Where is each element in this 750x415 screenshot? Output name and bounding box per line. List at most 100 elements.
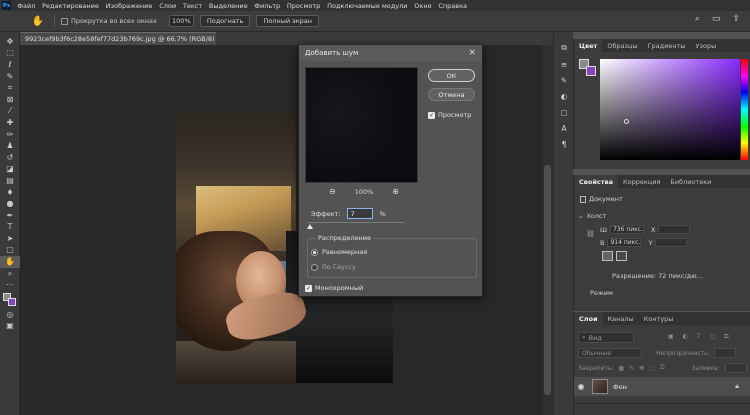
- color-picker-marker[interactable]: [624, 119, 629, 124]
- opacity-field[interactable]: [713, 348, 736, 358]
- comments-panel-icon[interactable]: ▢: [554, 104, 574, 120]
- menu-edit[interactable]: Редактирование: [39, 2, 103, 10]
- tab-channels[interactable]: Каналы: [603, 312, 639, 325]
- link-icon[interactable]: ⛓: [586, 230, 595, 238]
- uniform-radio-button[interactable]: [311, 248, 318, 256]
- quick-mask-icon[interactable]: ◎: [0, 309, 20, 321]
- width-field[interactable]: 736 пикс.: [609, 225, 644, 234]
- lock-position-icon[interactable]: ✥: [639, 365, 644, 372]
- tab-paths[interactable]: Контуры: [639, 312, 679, 325]
- x-field[interactable]: [658, 225, 691, 234]
- lock-pixels-icon[interactable]: ▦: [619, 365, 625, 372]
- history-brush-tool-icon[interactable]: ↺: [0, 152, 20, 164]
- panel-background-swatch[interactable]: [586, 66, 596, 76]
- search-icon[interactable]: ⌕: [695, 14, 700, 24]
- hand-tool-icon[interactable]: ✋: [0, 256, 20, 268]
- menu-image[interactable]: Изображение: [102, 2, 156, 10]
- dialog-title-bar[interactable]: Добавить шум ×: [299, 45, 482, 61]
- smart-filter-icon[interactable]: ⧉: [724, 333, 728, 341]
- crop-tool-icon[interactable]: ⌗: [0, 82, 20, 94]
- fill-field[interactable]: [724, 363, 747, 373]
- adjustments-panel-icon[interactable]: ◐: [554, 88, 574, 104]
- move-tool-icon[interactable]: ✥: [0, 36, 20, 48]
- tab-adjustments[interactable]: Коррекция: [618, 175, 665, 188]
- checkbox-box[interactable]: [61, 17, 68, 25]
- gaussian-radio[interactable]: По Гауссу: [311, 263, 356, 271]
- path-select-tool-icon[interactable]: ➤: [0, 233, 20, 245]
- tab-color[interactable]: Цвет: [574, 39, 603, 52]
- tab-gradients[interactable]: Градиенты: [643, 39, 691, 52]
- shape-tool-icon[interactable]: ▢: [0, 245, 20, 257]
- menu-select[interactable]: Выделение: [206, 2, 252, 10]
- healing-brush-tool-icon[interactable]: ✚: [0, 117, 20, 129]
- screen-mode-icon[interactable]: ▣: [0, 321, 20, 333]
- color-swatches[interactable]: [0, 291, 20, 309]
- adjustment-filter-icon[interactable]: ◐: [683, 333, 688, 341]
- close-icon[interactable]: ×: [468, 48, 476, 58]
- layer-filter-input[interactable]: ⌕ Вид: [578, 332, 634, 343]
- shape-filter-icon[interactable]: ▢: [710, 333, 716, 341]
- uniform-radio[interactable]: Равномерная: [311, 248, 367, 256]
- effect-slider-track[interactable]: [308, 222, 404, 223]
- pixel-filter-icon[interactable]: ▣: [668, 333, 674, 341]
- stamp-tool-icon[interactable]: ♟: [0, 140, 20, 152]
- menu-file[interactable]: Файл: [14, 2, 39, 10]
- history-panel-icon[interactable]: ⧉: [554, 40, 574, 56]
- scroll-all-windows-checkbox[interactable]: Прокрутка во всех окнах: [61, 17, 157, 25]
- gaussian-radio-button[interactable]: [311, 263, 318, 271]
- layer-row[interactable]: ◉ Фон 🔒︎: [574, 377, 750, 396]
- y-field[interactable]: [655, 238, 688, 247]
- share-icon[interactable]: ⇪: [732, 14, 740, 24]
- menu-plugins[interactable]: Подключаемые модули: [324, 2, 411, 10]
- zoom-out-icon[interactable]: ⊖: [329, 187, 336, 196]
- fit-screen-button[interactable]: Подогнать: [199, 15, 251, 27]
- portrait-orientation-icon[interactable]: [602, 251, 613, 261]
- zoom-in-icon[interactable]: ⊕: [392, 187, 399, 196]
- more-tools-icon[interactable]: ⋯: [0, 279, 20, 291]
- zoom-tool-icon[interactable]: ⌕: [0, 268, 20, 280]
- character-panel-icon[interactable]: A: [554, 120, 574, 136]
- scrollbar-thumb[interactable]: [544, 165, 551, 395]
- marquee-tool-icon[interactable]: ⬚: [0, 48, 20, 60]
- preview-checkbox-box[interactable]: ✓: [428, 111, 435, 119]
- saturation-field[interactable]: [600, 59, 740, 160]
- blur-tool-icon[interactable]: ♦: [0, 187, 20, 199]
- monochromatic-checkbox-box[interactable]: ✓: [305, 284, 312, 292]
- tab-patterns[interactable]: Узоры: [691, 39, 722, 52]
- canvas-section[interactable]: ⌄ Холст: [578, 212, 606, 220]
- preview-checkbox[interactable]: ✓ Просмотр: [428, 111, 471, 119]
- effect-slider-thumb[interactable]: [307, 224, 313, 229]
- eraser-tool-icon[interactable]: ◪: [0, 164, 20, 176]
- tab-libraries[interactable]: Библиотеки: [665, 175, 716, 188]
- gradient-tool-icon[interactable]: ▤: [0, 175, 20, 187]
- layer-name[interactable]: Фон: [613, 383, 627, 391]
- type-tool-icon[interactable]: T: [0, 222, 20, 234]
- blend-mode-select[interactable]: Обычные: [578, 348, 642, 358]
- lock-paint-icon[interactable]: ✎: [629, 365, 634, 372]
- tab-swatches[interactable]: Образцы: [602, 39, 642, 52]
- cancel-button[interactable]: Отмена: [428, 88, 475, 101]
- eye-icon[interactable]: ◉: [574, 382, 588, 391]
- zoom-100-button[interactable]: 100%: [168, 15, 194, 27]
- pen-tool-icon[interactable]: ✒: [0, 210, 20, 222]
- lasso-tool-icon[interactable]: ℓ: [0, 59, 20, 71]
- quick-select-tool-icon[interactable]: ✎: [0, 71, 20, 83]
- dodge-tool-icon[interactable]: ●: [0, 198, 20, 210]
- vertical-scrollbar[interactable]: [542, 45, 553, 415]
- tab-layers[interactable]: Слои: [574, 312, 603, 325]
- chevron-down-icon[interactable]: ⌄: [578, 212, 583, 220]
- brush-tool-icon[interactable]: ✏: [0, 129, 20, 141]
- menu-window[interactable]: Окно: [411, 2, 435, 10]
- menu-layers[interactable]: Слои: [156, 2, 180, 10]
- brushes-panel-icon[interactable]: ✎: [554, 72, 574, 88]
- menu-type[interactable]: Текст: [179, 2, 205, 10]
- menu-help[interactable]: Справка: [435, 2, 470, 10]
- frame-tool-icon[interactable]: ⊠: [0, 94, 20, 106]
- menu-filter[interactable]: Фильтр: [251, 2, 284, 10]
- monochromatic-checkbox[interactable]: ✓ Монохромный: [305, 284, 363, 292]
- menu-view[interactable]: Просмотр: [284, 2, 324, 10]
- type-filter-icon[interactable]: T: [697, 333, 701, 341]
- properties-panel-icon[interactable]: ≡: [554, 56, 574, 72]
- background-color-swatch[interactable]: [8, 298, 16, 307]
- paragraph-panel-icon[interactable]: ¶: [554, 136, 574, 152]
